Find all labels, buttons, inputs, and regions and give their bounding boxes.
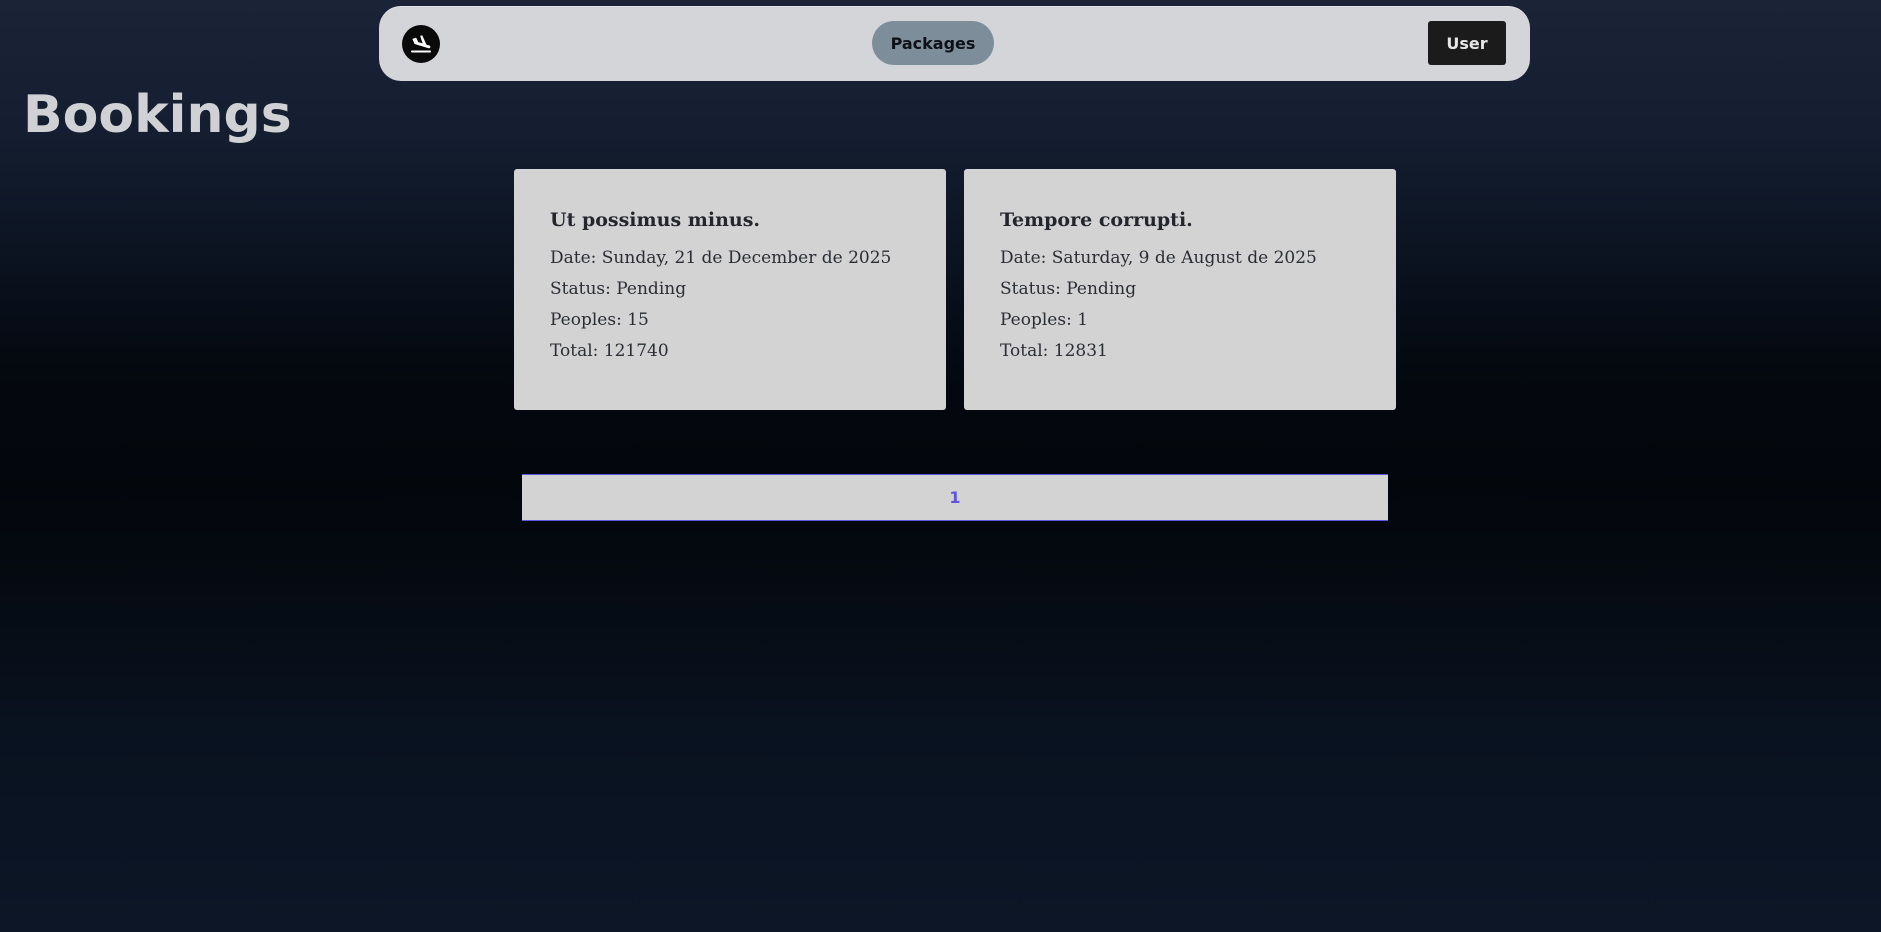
pagination: 1	[522, 474, 1388, 521]
navbar: Packages User	[379, 6, 1530, 81]
booking-card: Ut possimus minus. Date: Sunday, 21 de D…	[514, 169, 946, 410]
booking-status: Status: Pending	[550, 279, 687, 299]
booking-date: Date: Sunday, 21 de December de 2025	[550, 248, 892, 268]
booking-card: Tempore corrupti. Date: Saturday, 9 de A…	[964, 169, 1396, 410]
booking-date: Date: Saturday, 9 de August de 2025	[1000, 248, 1317, 268]
booking-peoples: Peoples: 15	[550, 310, 649, 330]
booking-total: Total: 121740	[550, 341, 669, 361]
booking-title: Ut possimus minus.	[550, 209, 761, 231]
plane-landing-glyph	[411, 35, 431, 53]
booking-status: Status: Pending	[1000, 279, 1137, 299]
page-button-1[interactable]: 1	[937, 482, 972, 513]
nav-packages-link[interactable]: Packages	[872, 21, 994, 65]
booking-peoples: Peoples: 1	[1000, 310, 1089, 330]
booking-total: Total: 12831	[1000, 341, 1108, 361]
booking-title: Tempore corrupti.	[1000, 209, 1193, 231]
plane-landing-icon[interactable]	[402, 25, 440, 63]
user-button[interactable]: User	[1428, 21, 1506, 65]
page-title: Bookings	[23, 85, 292, 145]
booking-cards: Ut possimus minus. Date: Sunday, 21 de D…	[514, 169, 1396, 410]
